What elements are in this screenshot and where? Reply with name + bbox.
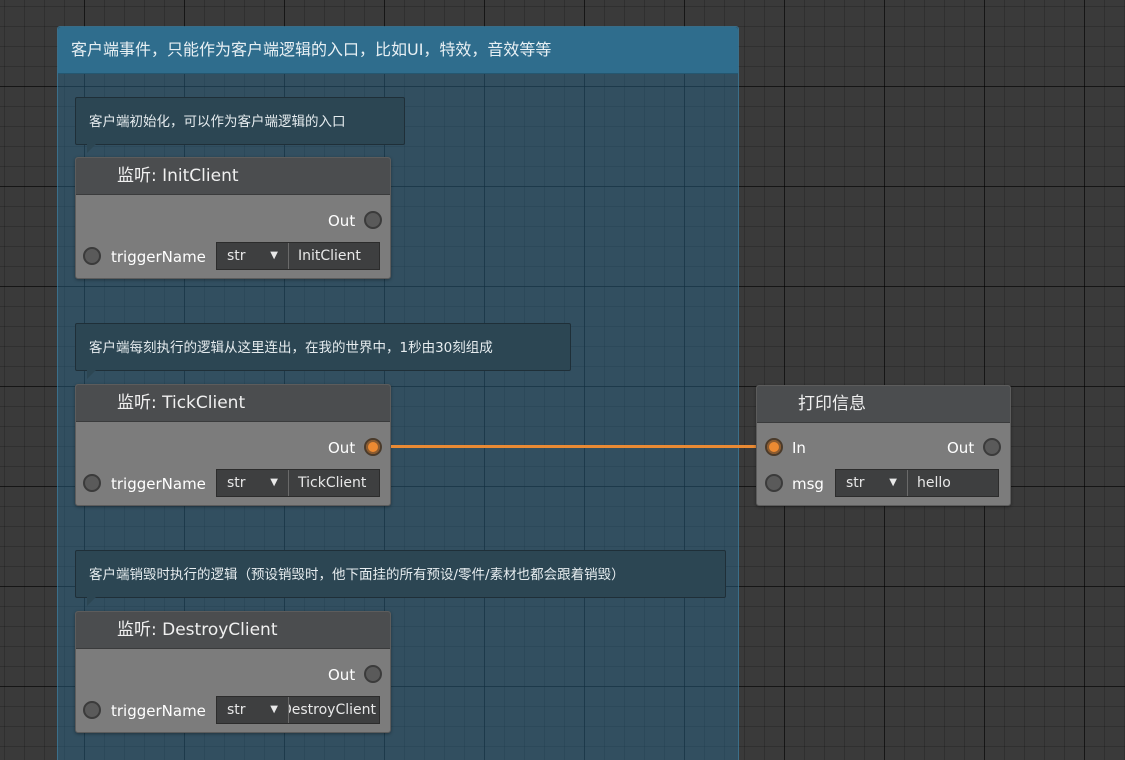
chevron-down-icon: ▼	[270, 477, 278, 488]
trigger-name-field[interactable]: str ▼ DestroyClient	[216, 696, 380, 724]
node-title[interactable]: 打印信息	[757, 386, 1010, 423]
in-pin[interactable]	[765, 438, 783, 456]
node-title[interactable]: 监听: DestroyClient	[76, 612, 390, 649]
trigger-name-label: triggerName	[111, 475, 206, 493]
type-select[interactable]: str ▼	[217, 470, 289, 496]
msg-input[interactable]: hello	[908, 470, 998, 496]
out-pin[interactable]	[983, 438, 1001, 456]
comment-tick[interactable]: 客户端每刻执行的逻辑从这里连出，在我的世界中，1秒由30刻组成	[75, 323, 571, 379]
connection-wire[interactable]	[391, 445, 757, 448]
node-title[interactable]: 监听: InitClient	[76, 158, 390, 195]
chevron-down-icon: ▼	[270, 704, 278, 715]
node-listen-destroyclient[interactable]: 监听: DestroyClient Out triggerName str ▼ …	[75, 611, 391, 733]
trigger-name-input[interactable]: InitClient	[289, 243, 379, 269]
node-listen-initclient[interactable]: 监听: InitClient Out triggerName str ▼ Ini…	[75, 157, 391, 279]
trigger-name-pin[interactable]	[83, 247, 101, 265]
trigger-name-label: triggerName	[111, 248, 206, 266]
msg-field[interactable]: str ▼ hello	[835, 469, 999, 497]
out-label: Out	[328, 212, 356, 230]
node-listen-tickclient[interactable]: 监听: TickClient Out triggerName str ▼ Tic…	[75, 384, 391, 506]
comment-init[interactable]: 客户端初始化，可以作为客户端逻辑的入口	[75, 97, 405, 153]
out-pin[interactable]	[364, 211, 382, 229]
in-label: In	[792, 439, 806, 457]
out-label: Out	[947, 439, 975, 457]
type-select-value: str	[846, 475, 865, 491]
out-pin[interactable]	[364, 438, 382, 456]
out-label: Out	[328, 666, 356, 684]
comment-destroy[interactable]: 客户端销毁时执行的逻辑（预设销毁时，他下面挂的所有预设/零件/素材也都会跟着销毁…	[75, 550, 726, 606]
trigger-name-input[interactable]: DestroyClient	[289, 697, 379, 723]
trigger-name-pin[interactable]	[83, 701, 101, 719]
type-select[interactable]: str ▼	[217, 697, 289, 723]
trigger-name-field[interactable]: str ▼ InitClient	[216, 242, 380, 270]
node-title[interactable]: 监听: TickClient	[76, 385, 390, 422]
type-select-value: str	[227, 475, 246, 491]
out-label: Out	[328, 439, 356, 457]
trigger-name-input[interactable]: TickClient	[289, 470, 379, 496]
comment-destroy-text: 客户端销毁时执行的逻辑（预设销毁时，他下面挂的所有预设/零件/素材也都会跟着销毁…	[89, 567, 625, 583]
trigger-name-field[interactable]: str ▼ TickClient	[216, 469, 380, 497]
type-select-value: str	[227, 702, 246, 718]
group-title[interactable]: 客户端事件，只能作为客户端逻辑的入口，比如UI，特效，音效等等	[58, 27, 738, 74]
chevron-down-icon: ▼	[889, 477, 897, 488]
comment-init-text: 客户端初始化，可以作为客户端逻辑的入口	[89, 114, 346, 130]
out-pin[interactable]	[364, 665, 382, 683]
trigger-name-pin[interactable]	[83, 474, 101, 492]
msg-label: msg	[792, 475, 824, 493]
chevron-down-icon: ▼	[270, 250, 278, 261]
type-select-value: str	[227, 248, 246, 264]
trigger-name-label: triggerName	[111, 702, 206, 720]
type-select[interactable]: str ▼	[836, 470, 908, 496]
node-print-message[interactable]: 打印信息 In Out msg str ▼ hello	[756, 385, 1011, 506]
comment-tick-text: 客户端每刻执行的逻辑从这里连出，在我的世界中，1秒由30刻组成	[89, 340, 493, 356]
msg-pin[interactable]	[765, 474, 783, 492]
type-select[interactable]: str ▼	[217, 243, 289, 269]
